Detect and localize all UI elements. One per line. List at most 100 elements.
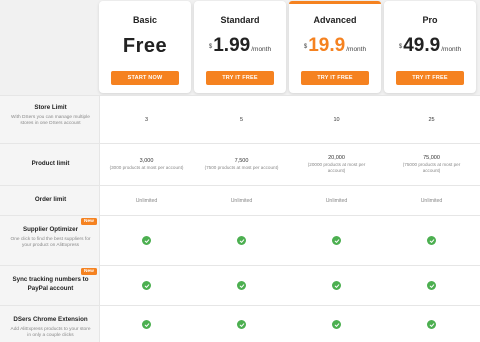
check-icon	[237, 281, 246, 290]
new-badge: New	[81, 218, 97, 225]
price-value: Free	[122, 35, 168, 57]
check-icon	[427, 236, 436, 245]
plan-price: $1.99/month	[194, 35, 286, 57]
check-icon	[142, 320, 151, 329]
plan-cell	[289, 266, 384, 305]
start-now-button[interactable]: START NOW	[111, 71, 179, 85]
plan-card-basic: Basic Free START NOW	[99, 1, 191, 93]
plan-cell: 20,000 (20000 products at most per accou…	[289, 144, 384, 185]
feature-label-cell: New Supplier Optimizer One click to find…	[0, 216, 100, 265]
cell-subtext: (3000 products at most per account)	[109, 164, 184, 170]
cell-value: 7,500	[234, 157, 249, 164]
price-period: /month	[346, 46, 367, 53]
feature-title: Sync tracking numbers to PayPal account	[12, 276, 89, 292]
plan-cell: 75,000 (75000 products at most per accou…	[384, 144, 479, 185]
feature-description: One click to find the best suppliers for…	[10, 236, 91, 249]
price-currency: $	[303, 44, 308, 50]
price-value: 49.9	[403, 35, 441, 56]
table-row: Store Limit With DSers you can manage mu…	[0, 95, 480, 143]
cell-value: 5	[239, 116, 244, 123]
plan-cell	[289, 306, 384, 342]
plan-cell: Unlimited	[384, 186, 479, 215]
check-icon	[427, 281, 436, 290]
price-value: 1.99	[213, 35, 251, 56]
feature-label-cell: Order limit	[0, 186, 100, 215]
feature-title: Supplier Optimizer	[22, 226, 78, 233]
check-icon	[427, 320, 436, 329]
plan-cell: 3	[99, 96, 194, 143]
price-currency: $	[398, 44, 403, 50]
plan-cell: Unlimited	[289, 186, 384, 215]
check-icon	[142, 236, 151, 245]
check-icon	[237, 320, 246, 329]
cell-subtext: (7500 products at most per account)	[204, 164, 279, 170]
plan-cell	[194, 306, 289, 342]
plan-name: Advanced	[313, 15, 357, 25]
feature-title: Product limit	[31, 160, 70, 167]
check-icon	[332, 320, 341, 329]
plan-card-pro: Pro $49.9/month TRY IT FREE	[384, 1, 476, 93]
plan-price: $49.9/month	[384, 35, 476, 57]
plan-card-standard: Standard $1.99/month TRY IT FREE	[194, 1, 286, 93]
cell-value: 3,000	[139, 157, 154, 164]
plan-cell: 10	[289, 96, 384, 143]
feature-label-cell: DSers Chrome Extension Add AliExpress pr…	[0, 306, 100, 342]
cell-value: Unlimited	[325, 197, 348, 204]
plan-price: Free	[99, 35, 191, 58]
cell-subtext: (75000 products at most per account)	[402, 161, 461, 173]
feature-title: Order limit	[34, 196, 67, 203]
plan-cell: 7,500 (7500 products at most per account…	[194, 144, 289, 185]
plan-cell	[384, 216, 479, 265]
try-it-free-button[interactable]: TRY IT FREE	[396, 71, 464, 85]
table-row: Product limit 3,000 (3000 products at mo…	[0, 143, 480, 185]
price-period: /month	[441, 46, 462, 53]
table-row: Order limit Unlimited Unlimited Unlimite…	[0, 185, 480, 215]
feature-description: Add AliExpress products to your store in…	[10, 326, 91, 339]
plan-card-advanced: Advanced $19.9/month TRY IT FREE	[289, 1, 381, 93]
table-row: DSers Chrome Extension Add AliExpress pr…	[0, 305, 480, 342]
plan-cell	[99, 216, 194, 265]
plan-name: Standard	[220, 15, 260, 25]
plan-cell	[384, 306, 479, 342]
plan-cell	[384, 266, 479, 305]
feature-title: Store Limit	[34, 104, 67, 111]
plan-cell: Unlimited	[194, 186, 289, 215]
table-row: New Sync tracking numbers to PayPal acco…	[0, 265, 480, 305]
price-currency: $	[208, 44, 213, 50]
cell-value: Unlimited	[230, 197, 253, 204]
feature-description: With DSers you can manage multiple store…	[11, 114, 90, 127]
plan-cell	[194, 216, 289, 265]
price-value: 19.9	[308, 35, 346, 56]
check-icon	[332, 281, 341, 290]
plan-cell	[99, 266, 194, 305]
cell-value: 10	[333, 116, 340, 123]
plan-cell: Unlimited	[99, 186, 194, 215]
cell-value: Unlimited	[135, 197, 158, 204]
plan-cell: 25	[384, 96, 479, 143]
plan-cell	[289, 216, 384, 265]
plan-cell	[99, 306, 194, 342]
try-it-free-button[interactable]: TRY IT FREE	[301, 71, 369, 85]
new-badge: New	[81, 268, 97, 275]
plan-cell: 3,000 (3000 products at most per account…	[99, 144, 194, 185]
feature-label-cell: Product limit	[0, 144, 100, 185]
plan-name: Pro	[422, 15, 438, 25]
plan-cell	[194, 266, 289, 305]
check-icon	[237, 236, 246, 245]
plan-cell: 5	[194, 96, 289, 143]
plan-price: $19.9/month	[289, 35, 381, 57]
cell-value: 25	[428, 116, 435, 123]
table-row: New Supplier Optimizer One click to find…	[0, 215, 480, 265]
plan-name: Basic	[132, 15, 158, 25]
check-icon	[142, 281, 151, 290]
cell-subtext: (20000 products at most per account)	[307, 161, 366, 173]
cell-value: Unlimited	[420, 197, 443, 204]
try-it-free-button[interactable]: TRY IT FREE	[206, 71, 274, 85]
feature-title: DSers Chrome Extension	[13, 316, 88, 323]
check-icon	[332, 236, 341, 245]
feature-label-cell: New Sync tracking numbers to PayPal acco…	[0, 266, 100, 305]
cell-value: 20,000	[328, 154, 345, 161]
cell-value: 3	[144, 116, 149, 123]
plan-header: Basic Free START NOW Standard $1.99/mont…	[0, 0, 480, 95]
cell-value: 75,000	[423, 154, 440, 161]
